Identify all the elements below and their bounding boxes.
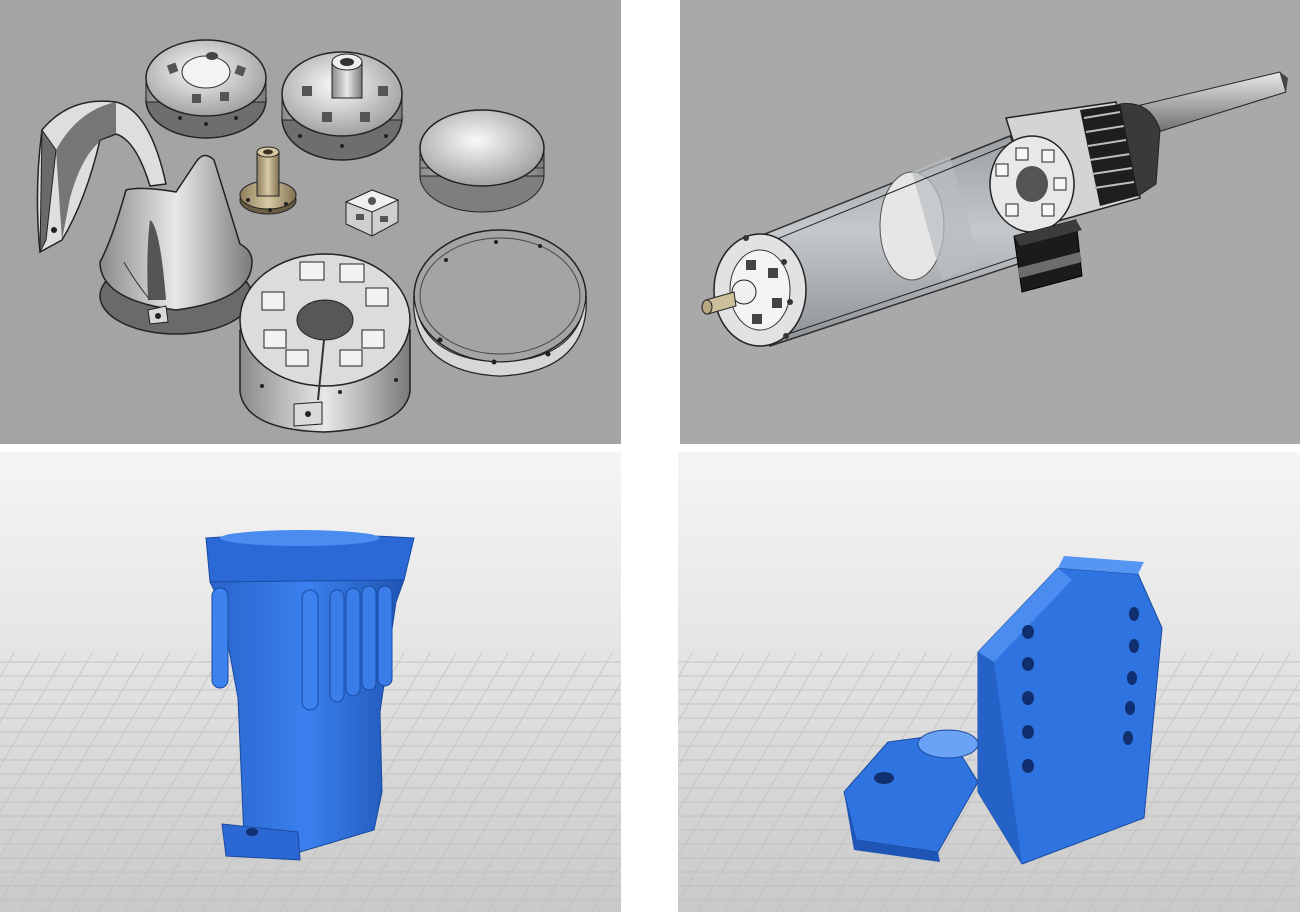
pulley-part-right	[281, 51, 403, 161]
cone-housing-part	[99, 154, 253, 335]
pulley-part-left	[145, 39, 267, 139]
funnel-print-image	[0, 452, 621, 912]
small-cube-part	[344, 189, 400, 237]
blue-print-funnel-part	[0, 452, 621, 912]
assembled-actuator-render	[680, 0, 1300, 444]
motor-head	[989, 101, 1161, 233]
stator-block-part	[239, 253, 411, 433]
end-cap	[713, 233, 807, 347]
assembled-actuator-image	[701, 71, 1288, 347]
exploded-parts-image	[36, 39, 587, 433]
exploded-parts-render	[0, 0, 621, 444]
blue-print-bracket-part	[678, 452, 1300, 912]
ring-part	[413, 229, 587, 377]
flange-nut-part	[239, 146, 297, 215]
bracket-print-image	[678, 452, 1300, 912]
piston-disc-part	[419, 109, 545, 213]
